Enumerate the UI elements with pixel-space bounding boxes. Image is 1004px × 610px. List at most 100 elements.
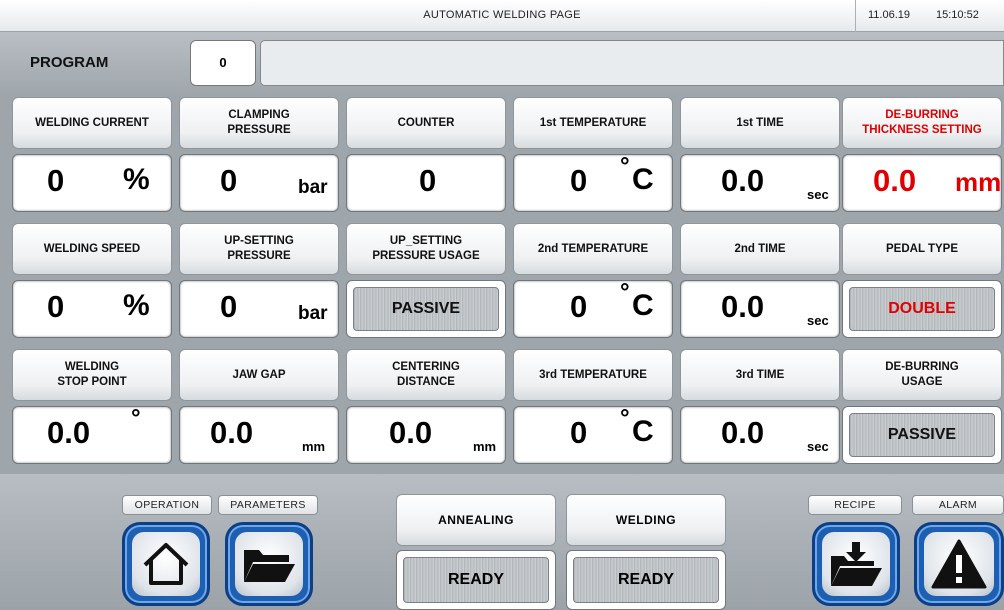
operation-button[interactable] <box>122 522 210 606</box>
temp3-field[interactable]: 0 ° C <box>513 405 673 464</box>
temp2-unit: C <box>632 289 654 322</box>
cell-counter: COUNTER 0 <box>344 94 508 217</box>
parameter-grid: WELDING CURRENT 0 % CLAMPING PRESSURE 0 b… <box>0 94 1004 474</box>
clamping-pressure-unit: bar <box>298 177 328 198</box>
operation-tab-label[interactable]: OPERATION <box>122 495 212 515</box>
upsetting-usage-state: PASSIVE <box>353 287 499 331</box>
time1-label: 1st TIME <box>680 97 840 149</box>
deburring-usage-label-line1: DE-BURRING <box>885 361 959 373</box>
upsetting-usage-label: UP_SETTING PRESSURE USAGE <box>346 223 506 275</box>
program-label: PROGRAM <box>30 54 109 71</box>
temp2-degree-unit: ° <box>620 279 630 306</box>
time3-unit: sec <box>807 439 829 454</box>
time2-field[interactable]: 0.0 sec <box>680 280 840 338</box>
annealing-state: READY <box>403 557 549 603</box>
upsetting-usage-label-line1: UP_SETTING <box>389 235 463 247</box>
counter-value: 0 <box>419 163 437 198</box>
centering-distance-label-line2: DISTANCE <box>397 376 455 388</box>
welding-stop-label-line2: STOP POINT <box>57 376 127 388</box>
recipe-button[interactable] <box>812 522 900 606</box>
time1-field[interactable]: 0.0 sec <box>680 154 840 212</box>
cell-time2: 2nd TIME 0.0 sec <box>678 220 842 343</box>
time1-value: 0.0 <box>721 163 765 198</box>
cell-pedal-type: PEDAL TYPE DOUBLE <box>840 220 1004 343</box>
clamping-pressure-label: CLAMPING PRESSURE <box>179 97 339 149</box>
deburring-thickness-value: 0.0 <box>873 163 917 198</box>
program-number-field[interactable]: 0 <box>190 40 256 86</box>
welding-stop-unit: ° <box>131 405 141 432</box>
temp2-field[interactable]: 0 ° C <box>513 279 673 338</box>
time3-value: 0.0 <box>721 415 765 450</box>
folder-download-icon <box>822 532 890 596</box>
deburring-thickness-unit: mm <box>955 167 1002 197</box>
welding-speed-field[interactable]: 0 % <box>12 280 172 338</box>
warning-icon <box>924 532 994 596</box>
welding-state-box[interactable]: READY <box>566 550 726 610</box>
deburring-usage-label: DE-BURRING USAGE <box>842 349 1002 401</box>
jaw-gap-unit: mm <box>302 439 326 454</box>
program-name-field[interactable] <box>260 40 1004 86</box>
temp3-degree-unit: ° <box>620 405 630 432</box>
clamping-pressure-label-line1: CLAMPING <box>228 109 290 121</box>
welding-current-field[interactable]: 0 % <box>12 154 172 212</box>
upsetting-usage-toggle[interactable]: PASSIVE <box>346 280 506 338</box>
time2-unit: sec <box>807 313 829 328</box>
jaw-gap-field[interactable]: 0.0 mm <box>179 406 339 464</box>
counter-field[interactable]: 0 <box>346 154 506 212</box>
temp3-unit: C <box>632 415 654 448</box>
welding-current-value: 0 <box>47 163 65 198</box>
annealing-state-box[interactable]: READY <box>396 550 556 610</box>
folder-icon <box>235 532 303 596</box>
cell-deburring-thickness: DE-BURRING THICKNESS SETTING 0.0 mm <box>840 94 1004 217</box>
temp1-unit: C <box>632 163 654 196</box>
pedal-type-state: DOUBLE <box>849 287 995 331</box>
temp1-field[interactable]: 0 ° C <box>513 153 673 212</box>
time1-unit: sec <box>807 187 829 202</box>
upsetting-pressure-field[interactable]: 0 bar <box>179 280 339 338</box>
time2-value: 0.0 <box>721 289 765 324</box>
temp3-value: 0 <box>570 415 588 450</box>
title-divider <box>855 0 856 32</box>
clamping-pressure-field[interactable]: 0 bar <box>179 154 339 212</box>
upsetting-pressure-label-line1: UP-SETTING <box>224 235 294 247</box>
welding-stop-label: WELDING STOP POINT <box>12 349 172 401</box>
time3-label: 3rd TIME <box>680 349 840 401</box>
cell-clamping-pressure: CLAMPING PRESSURE 0 bar <box>177 94 341 217</box>
parameters-tab-label[interactable]: PARAMETERS <box>218 495 318 515</box>
deburring-thickness-field[interactable]: 0.0 mm <box>842 154 1002 212</box>
temp1-degree-unit: ° <box>620 153 630 180</box>
upsetting-pressure-label-line2: PRESSURE <box>227 250 291 262</box>
clamping-pressure-label-line2: PRESSURE <box>227 124 291 136</box>
welding-label: WELDING <box>566 494 726 546</box>
cell-time3: 3rd TIME 0.0 sec <box>678 346 842 469</box>
pedal-type-toggle[interactable]: DOUBLE <box>842 280 1002 338</box>
parameters-button[interactable] <box>225 522 313 606</box>
deburring-usage-label-line2: USAGE <box>901 376 943 388</box>
deburring-usage-toggle[interactable]: PASSIVE <box>842 406 1002 464</box>
recipe-tab-label[interactable]: RECIPE <box>808 495 902 515</box>
clamping-pressure-value: 0 <box>220 163 238 198</box>
welding-stop-field[interactable]: 0.0 ° <box>12 405 172 464</box>
temp3-label: 3rd TEMPERATURE <box>513 349 673 401</box>
welding-state: READY <box>573 557 719 603</box>
welding-stop-value: 0.0 <box>47 415 91 450</box>
date-display: 11.06.19 <box>868 9 911 21</box>
temp2-value: 0 <box>570 289 588 324</box>
cell-deburring-usage: DE-BURRING USAGE PASSIVE <box>840 346 1004 469</box>
alarm-button[interactable] <box>914 522 1004 606</box>
deburring-thickness-label: DE-BURRING THICKNESS SETTING <box>842 97 1002 149</box>
cell-temp1: 1st TEMPERATURE 0 ° C <box>511 94 675 217</box>
centering-distance-unit: mm <box>473 439 497 454</box>
time3-field[interactable]: 0.0 sec <box>680 406 840 464</box>
cell-time1: 1st TIME 0.0 sec <box>678 94 842 217</box>
cell-welding-speed: WELDING SPEED 0 % <box>10 220 174 343</box>
bottom-nav: OPERATION PARAMETERS ANNEALING READY WEL… <box>0 474 1004 610</box>
time2-label: 2nd TIME <box>680 223 840 275</box>
welding-speed-unit: % <box>123 289 150 322</box>
centering-distance-field[interactable]: 0.0 mm <box>346 406 506 464</box>
welding-current-unit: % <box>123 163 150 196</box>
upsetting-usage-label-line2: PRESSURE USAGE <box>372 250 480 262</box>
cell-upsetting-pressure: UP-SETTING PRESSURE 0 bar <box>177 220 341 343</box>
welding-speed-value: 0 <box>47 289 65 324</box>
alarm-tab-label[interactable]: ALARM <box>912 495 1004 515</box>
